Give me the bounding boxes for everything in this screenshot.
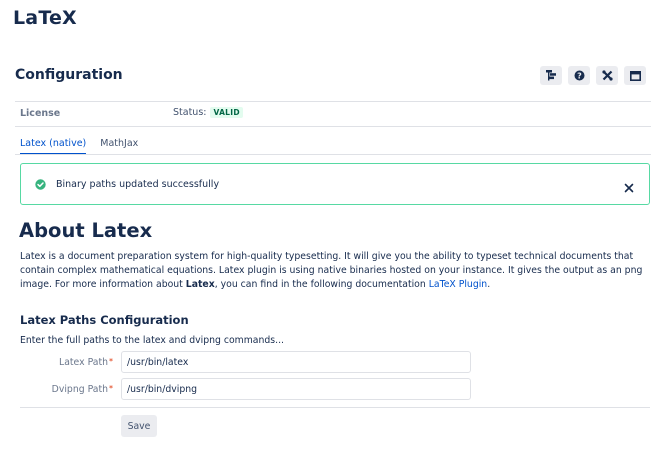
app-title: LaTeX bbox=[13, 7, 77, 29]
about-text-end: . bbox=[487, 279, 491, 290]
tools-button[interactable] bbox=[596, 66, 618, 85]
tab-divider bbox=[15, 154, 651, 155]
paths-section-title: Latex Paths Configuration bbox=[20, 313, 189, 327]
license-label: License bbox=[20, 108, 61, 119]
close-icon[interactable] bbox=[624, 178, 634, 197]
help-icon: ? bbox=[574, 70, 585, 81]
window-icon bbox=[629, 70, 641, 81]
tools-icon bbox=[601, 70, 613, 81]
about-text-2: , you can find in the following document… bbox=[214, 279, 429, 290]
dvipng-path-input[interactable]: /usr/bin/dvipng bbox=[121, 378, 471, 400]
latex-path-label: Latex Path* bbox=[20, 357, 113, 368]
required-marker: * bbox=[109, 384, 113, 393]
window-button[interactable] bbox=[624, 66, 646, 85]
check-circle-icon bbox=[35, 178, 46, 190]
hierarchy-button[interactable] bbox=[540, 66, 562, 85]
latex-path-label-text: Latex Path bbox=[59, 357, 108, 368]
success-alert: Binary paths updated successfully bbox=[20, 163, 650, 205]
about-description: Latex is a document preparation system f… bbox=[20, 250, 650, 292]
status-badge: VALID bbox=[210, 107, 243, 118]
toolbar: ? bbox=[540, 66, 646, 85]
dvipng-path-label-text: Dvipng Path bbox=[51, 384, 108, 395]
paths-description: Enter the full paths to the latex and dv… bbox=[20, 335, 284, 346]
hierarchy-icon bbox=[545, 70, 557, 81]
alert-message: Binary paths updated successfully bbox=[56, 178, 220, 190]
required-marker: * bbox=[109, 357, 113, 366]
dvipng-path-label: Dvipng Path* bbox=[20, 384, 113, 395]
tab-bar: Latex (native) MathJax bbox=[20, 138, 138, 155]
save-button[interactable]: Save bbox=[121, 415, 157, 437]
page-title: Configuration bbox=[15, 67, 123, 83]
svg-text:?: ? bbox=[577, 71, 582, 80]
latex-path-input[interactable]: /usr/bin/latex bbox=[121, 351, 471, 373]
form-divider bbox=[20, 407, 650, 408]
status-label: Status: bbox=[173, 107, 207, 118]
about-title: About Latex bbox=[19, 219, 153, 242]
tab-latex-native[interactable]: Latex (native) bbox=[20, 138, 87, 155]
divider bbox=[15, 126, 651, 127]
about-text-bold: Latex bbox=[185, 279, 215, 290]
latex-plugin-link[interactable]: LaTeX Plugin bbox=[429, 279, 487, 290]
license-status: Status: VALID bbox=[173, 107, 243, 118]
help-button[interactable]: ? bbox=[568, 66, 590, 85]
divider bbox=[15, 101, 651, 102]
tab-mathjax[interactable]: MathJax bbox=[100, 138, 138, 155]
